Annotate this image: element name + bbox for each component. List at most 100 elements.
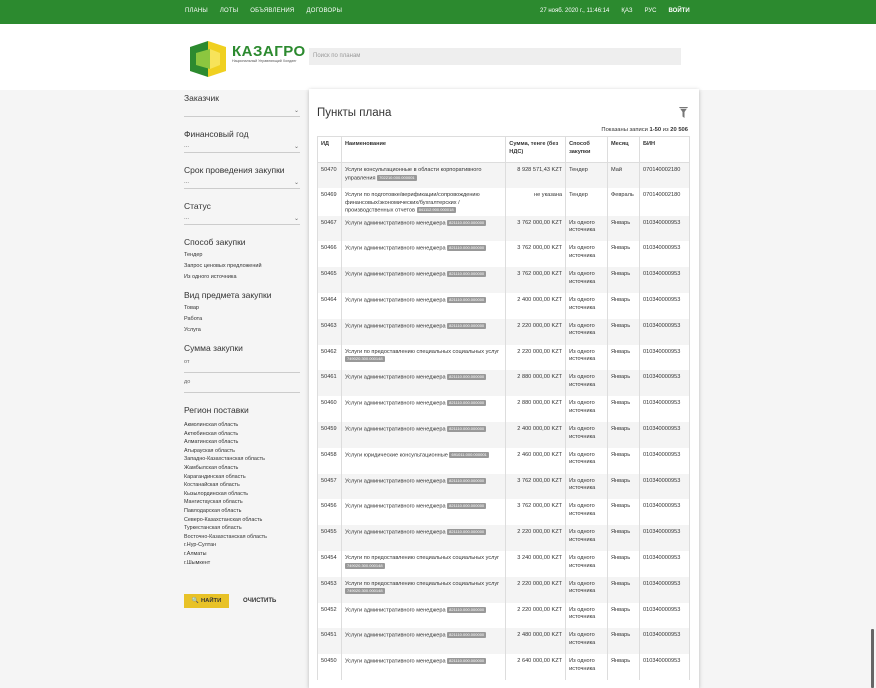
filter-funnel-icon[interactable] (679, 107, 688, 118)
col-header-method[interactable]: Способ закупки (565, 136, 609, 163)
subject-option-goods[interactable]: Товар (184, 305, 300, 311)
nav-announcements[interactable]: ОБЪЯВЛЕНИЯ (250, 8, 294, 14)
cell-name[interactable]: Услуги по подготовке/верификации/сопрово… (340, 188, 507, 216)
status-select[interactable]: ... ⌄ (184, 211, 300, 225)
table-row[interactable]: 50458 Услуги юридические консультационные… (317, 447, 690, 474)
table-row[interactable]: 50451 Услуги административного менеджера … (317, 628, 690, 655)
cell-name[interactable]: Услуги административного менеджера 82111… (340, 267, 507, 293)
item-name[interactable]: Услуги по предоставлению специальных соц… (345, 581, 499, 587)
item-name[interactable]: Услуги административного менеджера (345, 272, 446, 278)
region-option[interactable]: Костанайская область (184, 481, 300, 490)
year-select[interactable]: ... ⌄ (184, 139, 300, 153)
cell-name[interactable]: Услуги по предоставлению специальных соц… (340, 550, 507, 577)
item-name[interactable]: Услуги административного менеджера (345, 323, 446, 329)
region-option[interactable]: Западно-Казахстанская область (184, 455, 300, 464)
find-button[interactable]: 🔍 НАЙТИ (184, 594, 229, 608)
region-option[interactable]: Акмолинская область (184, 421, 300, 430)
item-name[interactable]: Услуги административного менеджера (345, 401, 446, 407)
item-name[interactable]: Услуги административного менеджера (345, 504, 446, 510)
deadline-select[interactable]: ... ⌄ (184, 175, 300, 189)
region-option[interactable]: Жамбылская область (184, 464, 300, 473)
cell-name[interactable]: Услуги административного менеджера 82111… (340, 292, 507, 319)
cell-name[interactable]: Услуги административного менеджера 82111… (340, 370, 507, 397)
region-option[interactable]: Атырауская область (184, 447, 300, 456)
cell-name[interactable]: Услуги по предоставлению специальных соц… (340, 344, 507, 371)
subject-option-service[interactable]: Услуга (184, 327, 300, 333)
region-option[interactable]: Восточно-Казахстанская область (184, 533, 300, 542)
item-name[interactable]: Услуги административного менеджера (345, 297, 446, 303)
sum-from-input[interactable]: от (184, 355, 300, 373)
table-row[interactable]: 50467 Услуги административного менеджера … (317, 215, 690, 242)
logo[interactable]: КАЗАГРО Национальный Управляющий Холдинг (188, 39, 305, 79)
item-name[interactable]: Услуги административного менеджера (345, 633, 446, 639)
table-row[interactable]: 50469 Услуги по подготовке/верификации/со… (317, 188, 690, 216)
table-row[interactable]: 50455 Услуги административного менеджера … (317, 525, 690, 551)
table-row[interactable]: 50454 Услуги по предоставлению специальны… (317, 550, 690, 577)
region-option[interactable]: Актюбинская область (184, 430, 300, 439)
item-name[interactable]: Услуги административного менеджера (345, 246, 446, 252)
method-option-tender[interactable]: Тендер (184, 252, 300, 258)
cell-name[interactable]: Услуги административного менеджера 82111… (340, 396, 507, 422)
cell-name[interactable]: Услуги административного менеджера 82111… (340, 602, 507, 629)
table-row[interactable]: 50459 Услуги административного менеджера … (317, 421, 690, 448)
table-row[interactable]: 50450 Услуги административного менеджера … (317, 654, 690, 680)
col-header-sum[interactable]: Сумма, тенге (без НДС) (505, 136, 567, 163)
item-name[interactable]: Услуги по предоставлению специальных соц… (345, 349, 499, 355)
table-row[interactable]: 50457 Услуги административного менеджера … (317, 473, 690, 500)
col-header-id[interactable]: ИД (317, 136, 342, 163)
table-row[interactable]: 50470 Услуги консультационные в области к… (317, 162, 690, 189)
table-row[interactable]: 50453 Услуги по предоставлению специальны… (317, 576, 690, 603)
cell-name[interactable]: Услуги административного менеджера 82111… (340, 499, 507, 526)
page-scrollbar[interactable] (871, 629, 874, 688)
col-header-name[interactable]: Наименование (340, 136, 507, 163)
customer-select[interactable]: ⌄ (184, 103, 300, 117)
cell-name[interactable]: Услуги административного менеджера 82111… (340, 654, 507, 680)
table-row[interactable]: 50464 Услуги административного менеджера … (317, 292, 690, 319)
col-header-month[interactable]: Месяц (607, 136, 640, 163)
cell-name[interactable]: Услуги административного менеджера 82111… (340, 318, 507, 345)
cell-name[interactable]: Услуги административного менеджера 82111… (340, 241, 507, 268)
table-row[interactable]: 50463 Услуги административного менеджера … (317, 318, 690, 345)
cell-name[interactable]: Услуги административного менеджера 82111… (340, 421, 507, 448)
item-name[interactable]: Услуги по подготовке/верификации/сопрово… (345, 192, 480, 214)
region-option[interactable]: Алматинская область (184, 438, 300, 447)
table-row[interactable]: 50462 Услуги по предоставлению специальны… (317, 344, 690, 371)
nav-contracts[interactable]: ДОГОВОРЫ (306, 8, 342, 14)
region-option[interactable]: г.Шымкент (184, 559, 300, 568)
region-option[interactable]: Северо-Казахстанская область (184, 516, 300, 525)
item-name[interactable]: Услуги административного менеджера (345, 426, 446, 432)
table-row[interactable]: 50461 Услуги административного менеджера … (317, 370, 690, 397)
table-row[interactable]: 50452 Услуги административного менеджера … (317, 602, 690, 629)
method-option-price-request[interactable]: Запрос ценовых предложений (184, 263, 300, 269)
table-row[interactable]: 50465 Услуги административного менеджера … (317, 267, 690, 293)
cell-name[interactable]: Услуги по предоставлению специальных соц… (340, 576, 507, 603)
region-option[interactable]: Карагандинская область (184, 473, 300, 482)
item-name[interactable]: Услуги административного менеджера (345, 478, 446, 484)
table-row[interactable]: 50466 Услуги административного менеджера … (317, 241, 690, 268)
item-name[interactable]: Услуги административного менеджера (345, 375, 446, 381)
item-name[interactable]: Услуги административного менеджера (345, 530, 446, 536)
subject-option-work[interactable]: Работа (184, 316, 300, 322)
table-row[interactable]: 50460 Услуги административного менеджера … (317, 396, 690, 422)
cell-name[interactable]: Услуги административного менеджера 82111… (340, 215, 507, 242)
table-row[interactable]: 50456 Услуги административного менеджера … (317, 499, 690, 526)
region-option[interactable]: г.Нур-Султан (184, 541, 300, 550)
lang-kz[interactable]: ҚАЗ (621, 8, 632, 14)
lang-ru[interactable]: РУС (644, 8, 656, 14)
cell-name[interactable]: Услуги юридические консультационные 6910… (340, 447, 507, 474)
item-name[interactable]: Услуги по предоставлению специальных соц… (345, 555, 499, 561)
col-header-bin[interactable]: БИН (639, 136, 690, 163)
item-name[interactable]: Услуги административного менеджера (345, 220, 446, 226)
cell-name[interactable]: Услуги консультационные в области корпор… (340, 162, 507, 189)
nav-lots[interactable]: ЛОТЫ (220, 8, 238, 14)
region-option[interactable]: Кызылординская область (184, 490, 300, 499)
cell-name[interactable]: Услуги административного менеджера 82111… (340, 473, 507, 500)
method-option-single-source[interactable]: Из одного источника (184, 274, 300, 280)
search-input[interactable]: Поиск по планам (309, 48, 681, 65)
clear-button[interactable]: ОЧИСТИТЬ (243, 598, 276, 604)
login-link[interactable]: ВОЙТИ (668, 8, 689, 14)
sum-to-input[interactable]: до (184, 375, 300, 393)
item-name[interactable]: Услуги административного менеджера (345, 659, 446, 665)
region-option[interactable]: Павлодарская область (184, 507, 300, 516)
item-name[interactable]: Услуги административного менеджера (345, 607, 446, 613)
